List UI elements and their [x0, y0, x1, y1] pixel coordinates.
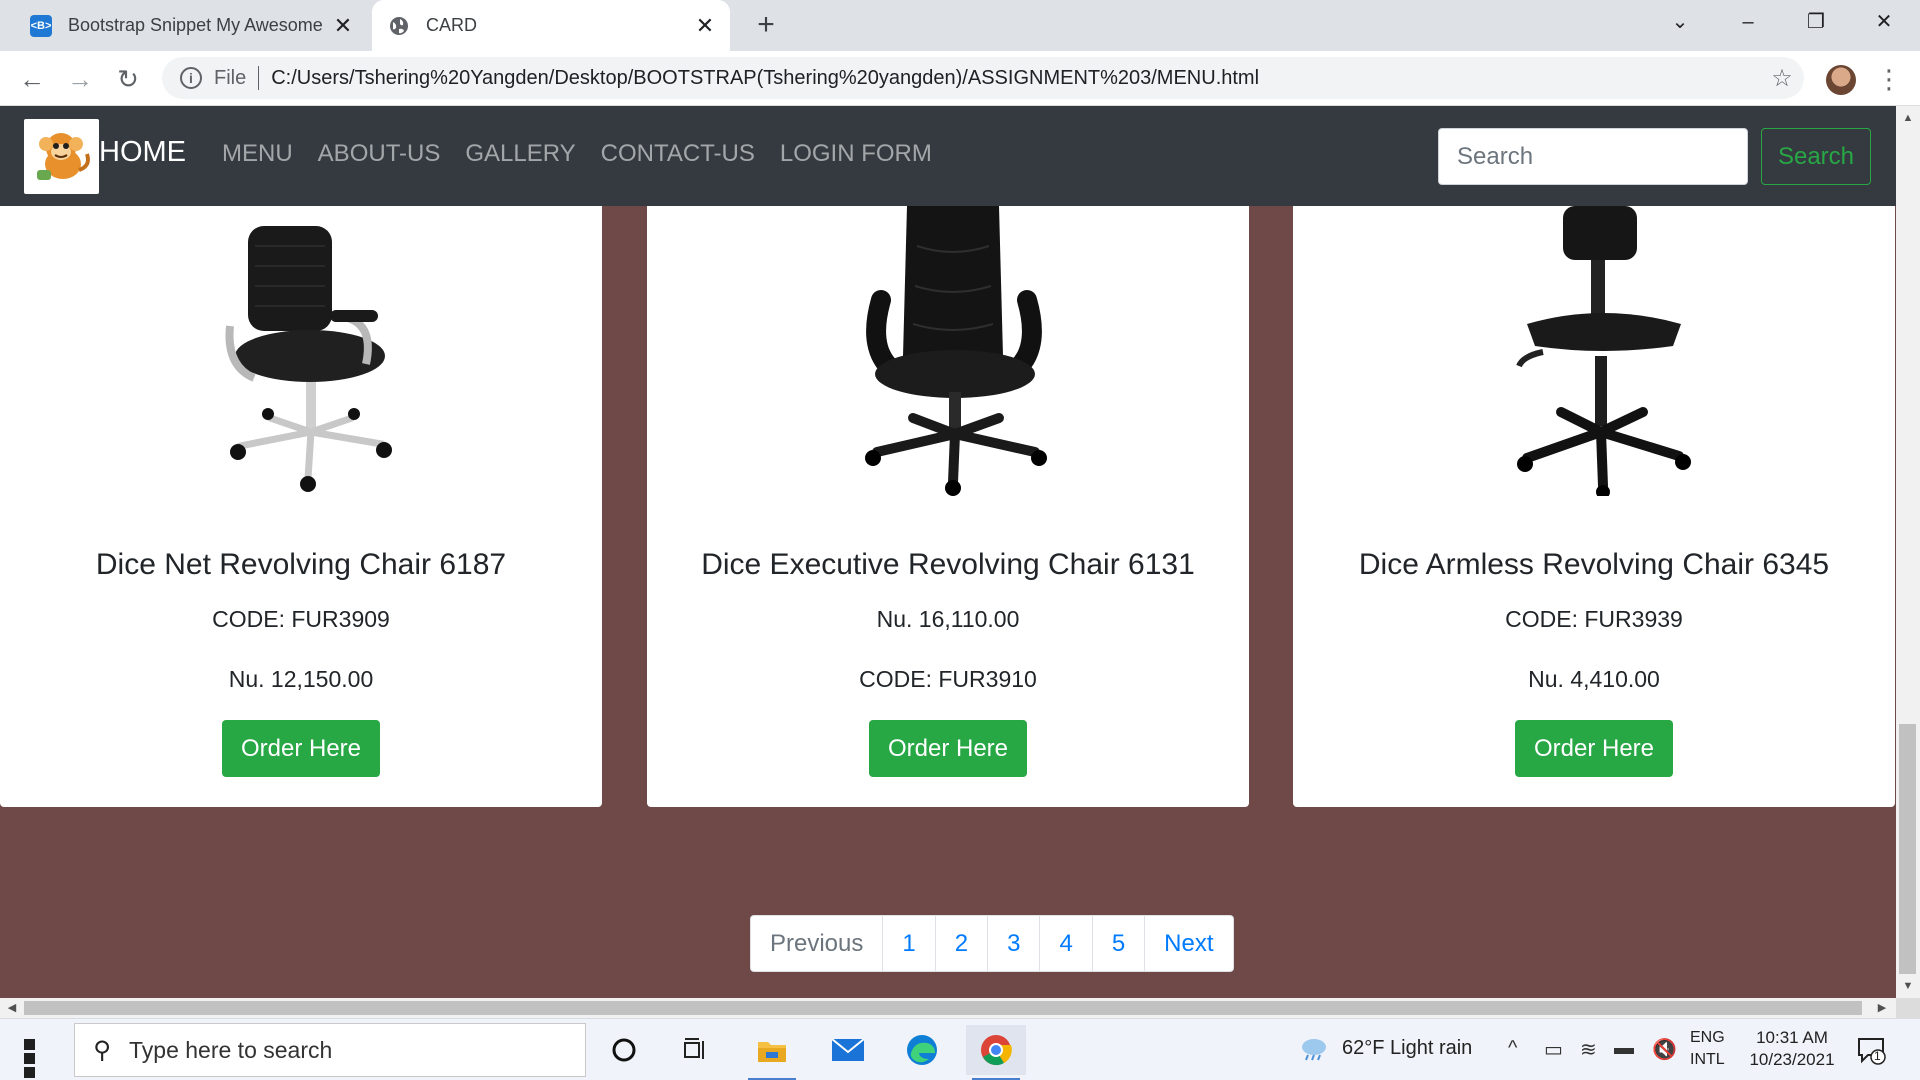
language-code: ENG [1690, 1029, 1725, 1046]
taskbar-search-box[interactable]: ⚲ Type here to search [74, 1023, 586, 1077]
url-text[interactable]: C:/Users/Tshering%20Yangden/Desktop/BOOT… [271, 67, 1760, 90]
nav-link-gallery[interactable]: GALLERY [465, 140, 575, 168]
nav-link-contact-us[interactable]: CONTACT-US [601, 140, 755, 168]
weather-rain-icon[interactable] [1298, 1035, 1330, 1067]
browser-tab-strip: <B> Bootstrap Snippet My Awesome L ✕ CAR… [0, 0, 1920, 51]
notification-center-icon[interactable]: 1 [1856, 1035, 1886, 1065]
search-button[interactable]: Search [1761, 128, 1871, 185]
scroll-down-arrow-icon[interactable]: ▼ [1896, 976, 1920, 996]
clock[interactable]: 10:31 AM 10/23/2021 [1742, 1027, 1842, 1071]
task-view-icon[interactable] [666, 1025, 726, 1075]
tab-search-chevron-icon[interactable]: ⌄ [1646, 0, 1714, 44]
product-code: CODE: FUR3939 [1505, 606, 1683, 632]
product-card: Dice Armless Revolving Chair 6345 CODE: … [1293, 166, 1895, 807]
chevron-up-icon[interactable]: ^ [1508, 1037, 1517, 1060]
product-price: Nu. 12,150.00 [228, 666, 374, 692]
pagination: Previous 1 2 3 4 5 Next [750, 915, 1234, 972]
info-icon[interactable]: i [180, 67, 202, 89]
tab-bootstrap-snippet[interactable]: <B> Bootstrap Snippet My Awesome L ✕ [16, 0, 368, 51]
product-price: Nu. 16,110.00 [876, 606, 1020, 632]
monkey-logo-icon[interactable] [24, 119, 99, 194]
product-card: Dice Executive Revolving Chair 6131 Nu. … [647, 166, 1249, 807]
scheme-label: File [214, 66, 247, 89]
mail-icon[interactable] [818, 1025, 878, 1075]
executive-chair-image [865, 206, 1047, 496]
tab-title: CARD [426, 15, 478, 35]
scroll-up-arrow-icon[interactable]: ▲ [1896, 108, 1920, 128]
scrollbar-corner [1896, 998, 1920, 1018]
language-indicator[interactable]: ENG INTL [1690, 1027, 1725, 1071]
taskbar-search-placeholder: Type here to search [129, 1036, 333, 1063]
pagination-page-4[interactable]: 4 [1039, 916, 1091, 971]
product-code: CODE: FUR3909 [212, 606, 390, 632]
cortana-icon[interactable] [594, 1025, 654, 1075]
search-input[interactable] [1438, 128, 1748, 185]
address-bar[interactable]: i File C:/Users/Tshering%20Yangden/Deskt… [162, 57, 1804, 99]
product-card: Dice Net Revolving Chair 6187 CODE: FUR3… [0, 166, 602, 807]
notification-count: 1 [1874, 1049, 1881, 1063]
reload-icon[interactable]: ↻ [108, 59, 148, 99]
order-here-button[interactable]: Order Here [869, 720, 1027, 777]
weather-text[interactable]: 62°F Light rain [1342, 1037, 1472, 1060]
pagination-page-3[interactable]: 3 [987, 916, 1039, 971]
product-title: Dice Net Revolving Chair 6187 [95, 548, 507, 581]
clock-time: 10:31 AM [1756, 1028, 1828, 1047]
browser-menu-icon[interactable]: ⋮ [1874, 59, 1904, 99]
page-viewport: HOME MENU ABOUT-US GALLERY CONTACT-US LO… [0, 106, 1896, 998]
close-icon[interactable]: ✕ [328, 13, 358, 39]
new-tab-button[interactable]: + [748, 8, 784, 44]
scroll-left-arrow-icon[interactable]: ◀ [2, 998, 22, 1018]
edge-icon[interactable] [892, 1025, 952, 1075]
globe-icon [388, 15, 410, 37]
vertical-scrollbar[interactable]: ▲ ▼ [1896, 106, 1920, 998]
bookmark-star-icon[interactable]: ☆ [1760, 64, 1804, 93]
product-title: Dice Executive Revolving Chair 6131 [701, 548, 1195, 581]
tab-title: Bootstrap Snippet My Awesome L [68, 15, 328, 35]
file-explorer-icon[interactable] [742, 1025, 802, 1080]
vertical-scrollbar-thumb[interactable] [1899, 724, 1916, 974]
pagination-next[interactable]: Next [1144, 916, 1232, 971]
tab-card[interactable]: CARD ✕ [372, 0, 730, 51]
horizontal-scrollbar-thumb[interactable] [24, 1001, 1862, 1015]
pagination-page-5[interactable]: 5 [1091, 916, 1144, 971]
profile-avatar[interactable] [1826, 65, 1856, 95]
restore-button[interactable]: ❐ [1782, 0, 1850, 44]
meet-now-icon[interactable]: ▭ [1544, 1037, 1563, 1062]
chrome-icon[interactable] [966, 1025, 1026, 1080]
armless-chair-image [1516, 206, 1691, 496]
back-arrow-icon[interactable]: ← [12, 59, 52, 99]
nav-links: MENU ABOUT-US GALLERY CONTACT-US LOGIN F… [222, 140, 932, 168]
minimize-button[interactable]: – [1714, 0, 1782, 44]
scroll-right-arrow-icon[interactable]: ▶ [1872, 998, 1892, 1018]
forward-arrow-icon[interactable]: → [60, 59, 100, 99]
browser-toolbar: ← → ↻ i File C:/Users/Tshering%20Yangden… [0, 51, 1920, 106]
product-title: Dice Armless Revolving Chair 6345 [1358, 548, 1830, 581]
bootstrap-favicon-icon: <B> [30, 14, 52, 37]
pagination-page-2[interactable]: 2 [934, 916, 987, 971]
wifi-icon[interactable]: ≋ [1580, 1037, 1597, 1062]
order-here-button[interactable]: Order Here [1515, 720, 1673, 777]
divider [258, 66, 260, 90]
keyboard-layout: INTL [1690, 1051, 1725, 1068]
net-chair-image [225, 226, 392, 492]
site-navbar: HOME MENU ABOUT-US GALLERY CONTACT-US LO… [0, 106, 1896, 206]
search-icon: ⚲ [93, 1036, 111, 1064]
nav-link-menu[interactable]: MENU [222, 140, 293, 168]
window-close-button[interactable]: ✕ [1850, 0, 1918, 44]
order-here-button[interactable]: Order Here [222, 720, 380, 777]
windows-taskbar: ⚲ Type here to search 62°F Light rain ^ … [0, 1018, 1920, 1080]
battery-icon[interactable]: ▬ [1614, 1037, 1634, 1060]
clock-date: 10/23/2021 [1749, 1050, 1835, 1069]
pagination-page-1[interactable]: 1 [882, 916, 934, 971]
speaker-muted-icon[interactable]: 🔇 [1652, 1037, 1677, 1062]
horizontal-scrollbar[interactable]: ◀ ▶ [0, 998, 1896, 1018]
nav-link-login-form[interactable]: LOGIN FORM [780, 140, 932, 168]
product-code: CODE: FUR3910 [859, 666, 1037, 692]
windows-start-icon[interactable] [14, 1033, 58, 1078]
pagination-previous[interactable]: Previous [751, 916, 882, 971]
nav-link-about-us[interactable]: ABOUT-US [318, 140, 441, 168]
product-price: Nu. 4,410.00 [1528, 666, 1660, 692]
navbar-brand[interactable]: HOME [99, 136, 186, 169]
close-icon[interactable]: ✕ [690, 13, 720, 39]
